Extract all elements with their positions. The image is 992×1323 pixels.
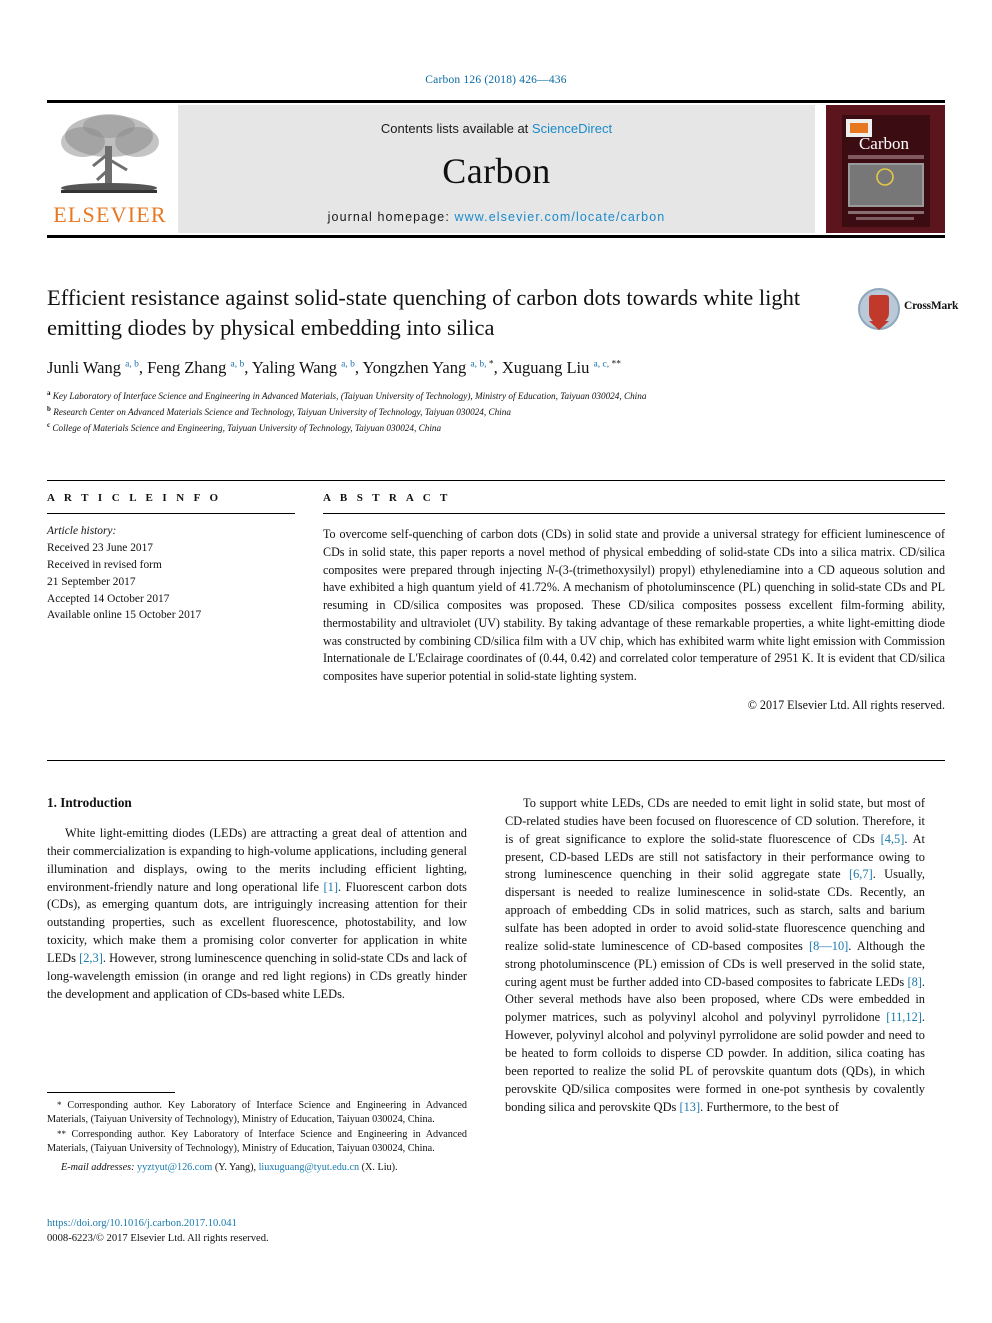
journal-cover-thumbnail: Carbon	[826, 105, 945, 233]
masthead-top-rule	[47, 100, 945, 103]
affiliation-text-c: College of Materials Science and Enginee…	[52, 422, 442, 433]
affiliation-b: b Research Center on Advanced Materials …	[47, 404, 847, 420]
journal-title: Carbon	[442, 151, 551, 191]
article-info-heading: A R T I C L E I N F O	[47, 492, 222, 504]
affiliation-c: c College of Materials Science and Engin…	[47, 420, 847, 436]
abstract-column: A B S T R A C T To overcome self-quenchi…	[323, 492, 945, 713]
affiliation-mark-b: b	[47, 404, 51, 413]
intro-paragraph-right: To support white LEDs, CDs are needed to…	[505, 796, 925, 1114]
contents-lists-line: Contents lists available at ScienceDirec…	[178, 121, 815, 136]
crossmark-label: CrossMark	[904, 300, 959, 312]
journal-homepage-label: journal homepage:	[327, 210, 455, 224]
elsevier-logo: ELSEVIER	[47, 108, 173, 230]
imprint-block: https://doi.org/10.1016/j.carbon.2017.10…	[47, 1216, 467, 1246]
article-history: Article history: Received 23 June 2017 R…	[47, 523, 295, 624]
affiliation-list: a Key Laboratory of Interface Science an…	[47, 388, 847, 436]
article-history-line-0: Received 23 June 2017	[47, 541, 153, 554]
abstract-copyright: © 2017 Elsevier Ltd. All rights reserved…	[747, 697, 945, 712]
affiliation-text-b: Research Center on Advanced Materials Sc…	[53, 406, 511, 417]
article-history-line-2: 21 September 2017	[47, 575, 136, 588]
crossmark-ribbon-icon	[869, 295, 889, 330]
abstract-heading: A B S T R A C T	[323, 492, 451, 504]
doi-link[interactable]: https://doi.org/10.1016/j.carbon.2017.10…	[47, 1216, 467, 1231]
article-info-rule	[47, 513, 295, 514]
footnote-emails: E-mail addresses: yyztyut@126.com (Y. Ya…	[61, 1161, 398, 1173]
author-list: Junli Wang a, b, Feng Zhang a, b, Yaling…	[47, 358, 621, 378]
masthead-panel: Contents lists available at ScienceDirec…	[178, 105, 815, 233]
journal-homepage-link[interactable]: www.elsevier.com/locate/carbon	[454, 210, 665, 224]
affiliation-a: a Key Laboratory of Interface Science an…	[47, 388, 847, 404]
elsevier-tree-icon	[53, 110, 165, 198]
abstract-rule	[323, 513, 945, 514]
crossmark-badge[interactable]: CrossMark	[858, 288, 958, 338]
article-history-label: Article history:	[47, 525, 117, 537]
affiliation-text-a: Key Laboratory of Interface Science and …	[52, 390, 647, 401]
abstract-bottom-rule	[47, 760, 945, 761]
affiliation-mark-a: a	[47, 388, 51, 397]
paper-page: Carbon 126 (2018) 426—436 ELSEVIER Conte…	[0, 0, 992, 1323]
article-history-line-4: Available online 15 October 2017	[47, 609, 202, 622]
article-info-column: A R T I C L E I N F O Article history: R…	[47, 492, 295, 624]
section-title-introduction: 1. Introduction	[47, 795, 132, 810]
masthead-bottom-rule	[47, 235, 945, 238]
journal-masthead: ELSEVIER Contents lists available at Sci…	[47, 100, 945, 238]
footnote-rule	[47, 1092, 175, 1093]
contents-lists-prefix: Contents lists available at	[380, 121, 532, 136]
crossmark-icon	[858, 288, 900, 330]
title-block: Efficient resistance against solid-state…	[47, 283, 847, 436]
issn-copyright-line: 0008-6223/© 2017 Elsevier Ltd. All right…	[47, 1233, 269, 1245]
elsevier-wordmark: ELSEVIER	[53, 202, 167, 227]
intro-paragraph-left: White light-emitting diodes (LEDs) are a…	[47, 826, 467, 1001]
info-section-top-rule	[47, 480, 945, 481]
footnote-region: * Corresponding author. Key Laboratory o…	[47, 1092, 467, 1175]
article-history-line-3: Accepted 14 October 2017	[47, 592, 170, 605]
footnote-corresponding-2: ** Corresponding author. Key Laboratory …	[47, 1128, 467, 1155]
svg-text:Carbon: Carbon	[859, 134, 910, 153]
article-history-line-1: Received in revised form	[47, 558, 162, 571]
running-head: Carbon 126 (2018) 426—436	[425, 74, 567, 86]
body-column-left: 1. Introduction White light-emitting dio…	[47, 795, 467, 1004]
journal-homepage-line: journal homepage: www.elsevier.com/locat…	[178, 210, 815, 224]
affiliation-mark-c: c	[47, 420, 51, 429]
footnote-corresponding-1: * Corresponding author. Key Laboratory o…	[47, 1100, 467, 1126]
sciencedirect-link[interactable]: ScienceDirect	[532, 121, 612, 136]
body-column-right: To support white LEDs, CDs are needed to…	[505, 795, 925, 1116]
abstract-text: To overcome self-quenching of carbon dot…	[323, 527, 945, 684]
paper-title: Efficient resistance against solid-state…	[47, 285, 801, 341]
